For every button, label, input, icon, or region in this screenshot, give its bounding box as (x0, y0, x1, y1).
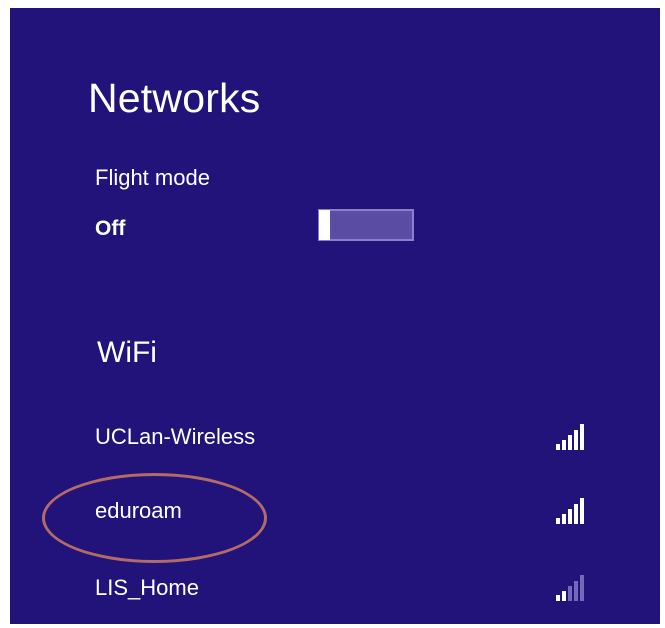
signal-bar (556, 595, 560, 601)
signal-bar (562, 514, 566, 524)
flight-mode-state: Off (95, 217, 126, 240)
wifi-signal-icon (556, 422, 588, 450)
signal-bar (556, 444, 560, 450)
network-name: LIS_Home (95, 575, 199, 600)
toggle-track (332, 214, 409, 236)
signal-bar (568, 509, 572, 524)
signal-bar (580, 424, 584, 450)
wifi-signal-icon (556, 573, 588, 601)
signal-bar (562, 440, 566, 450)
wifi-signal-icon (556, 496, 588, 524)
signal-bar (568, 586, 572, 601)
signal-bar (574, 581, 578, 601)
signal-bar (580, 498, 584, 524)
network-name: eduroam (95, 498, 182, 523)
networks-panel: Networks Flight mode Off WiFi UCLan-Wire… (10, 8, 660, 624)
signal-bar (580, 575, 584, 601)
signal-bar (556, 518, 560, 524)
signal-bar (562, 591, 566, 601)
panel-title: Networks (88, 75, 261, 121)
network-item-eduroam[interactable]: eduroam (10, 486, 660, 536)
network-item-lis-home[interactable]: LIS_Home (10, 563, 660, 613)
signal-bar (574, 504, 578, 524)
toggle-thumb[interactable] (319, 210, 330, 240)
network-name: UCLan-Wireless (95, 424, 256, 449)
signal-bar (574, 430, 578, 450)
signal-bar (568, 435, 572, 450)
network-item-uclan-wireless[interactable]: UCLan-Wireless (10, 412, 660, 462)
flight-mode-toggle[interactable] (318, 209, 414, 241)
wifi-section-heading: WiFi (97, 336, 157, 369)
flight-mode-label: Flight mode (95, 165, 210, 190)
